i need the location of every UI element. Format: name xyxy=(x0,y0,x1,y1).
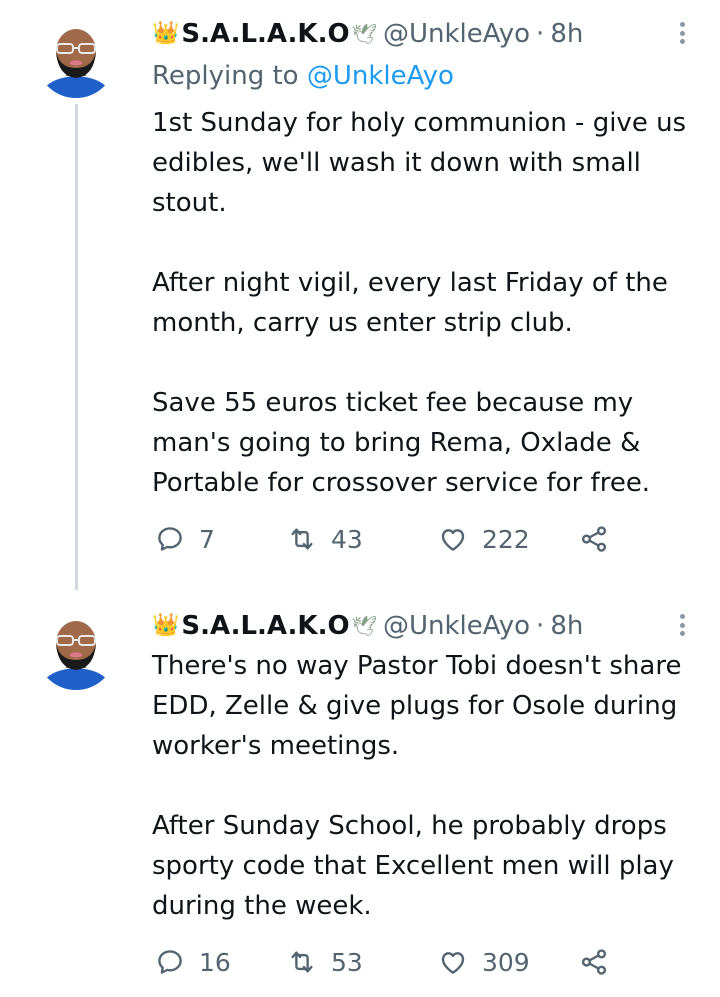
retweet-button[interactable]: 53 xyxy=(287,945,363,979)
retweet-button[interactable]: 43 xyxy=(287,522,363,556)
separator-dot: · xyxy=(536,611,545,641)
reply-count: 16 xyxy=(199,947,231,977)
retweet-count: 43 xyxy=(331,524,363,554)
user-handle[interactable]: @UnkleAyo xyxy=(383,16,530,52)
tweet-paragraph: After Sunday School, he probably drops s… xyxy=(152,811,674,921)
tweet-header: 👑 S.A.L.A.K.O 🕊 @UnkleAyo · 8h xyxy=(152,16,583,52)
share-icon xyxy=(581,526,607,552)
tweet-1[interactable]: 👑 S.A.L.A.K.O 🕊 @UnkleAyo · 8h Replying … xyxy=(0,0,720,590)
display-name[interactable]: S.A.L.A.K.O xyxy=(181,16,349,52)
reply-icon xyxy=(158,950,182,974)
user-handle[interactable]: @UnkleAyo xyxy=(383,608,530,644)
like-count: 222 xyxy=(482,524,530,554)
action-bar: 7 43 222 xyxy=(155,522,635,556)
more-icon[interactable] xyxy=(680,22,686,44)
timestamp[interactable]: 8h xyxy=(550,608,583,644)
tweet-paragraph: 1st Sunday for holy communion - give us … xyxy=(152,108,687,218)
like-count: 309 xyxy=(482,947,530,977)
dove-emoji: 🕊 xyxy=(351,614,377,638)
tweet-text: There's no way Pastor Tobi doesn't share… xyxy=(152,646,697,926)
share-button[interactable] xyxy=(579,945,609,979)
tweet-header: 👑 S.A.L.A.K.O 🕊 @UnkleAyo · 8h xyxy=(152,608,583,644)
reply-count: 7 xyxy=(199,524,215,554)
like-icon xyxy=(441,529,465,551)
like-icon xyxy=(441,952,465,974)
avatar[interactable] xyxy=(36,610,116,690)
replying-label: Replying to xyxy=(152,61,299,91)
action-bar: 16 53 309 xyxy=(155,945,635,979)
more-icon[interactable] xyxy=(680,614,686,636)
tweet-paragraph: There's no way Pastor Tobi doesn't share… xyxy=(152,651,682,761)
thread-line xyxy=(75,104,78,590)
tweet-paragraph: Save 55 euros ticket fee because my man'… xyxy=(152,388,651,498)
replying-to: Replying to @UnkleAyo xyxy=(152,56,454,96)
retweet-count: 53 xyxy=(331,947,363,977)
crown-emoji: 👑 xyxy=(152,21,180,46)
tweet-2[interactable]: 👑 S.A.L.A.K.O 🕊 @UnkleAyo · 8h There's n… xyxy=(0,592,720,997)
retweet-icon xyxy=(291,951,313,973)
like-button[interactable]: 309 xyxy=(438,945,530,979)
separator-dot: · xyxy=(536,19,545,49)
like-button[interactable]: 222 xyxy=(438,522,530,556)
share-icon xyxy=(581,949,607,975)
avatar[interactable] xyxy=(36,18,116,98)
reply-icon xyxy=(158,527,182,551)
dove-emoji: 🕊 xyxy=(351,22,377,46)
mention-link[interactable]: @UnkleAyo xyxy=(307,61,454,91)
crown-emoji: 👑 xyxy=(152,613,180,638)
tweet-paragraph: After night vigil, every last Friday of … xyxy=(152,268,668,338)
timestamp[interactable]: 8h xyxy=(550,16,583,52)
reply-button[interactable]: 7 xyxy=(155,522,215,556)
retweet-icon xyxy=(291,528,313,550)
share-button[interactable] xyxy=(579,522,609,556)
display-name[interactable]: S.A.L.A.K.O xyxy=(181,608,349,644)
reply-button[interactable]: 16 xyxy=(155,945,231,979)
tweet-text: 1st Sunday for holy communion - give us … xyxy=(152,103,697,503)
